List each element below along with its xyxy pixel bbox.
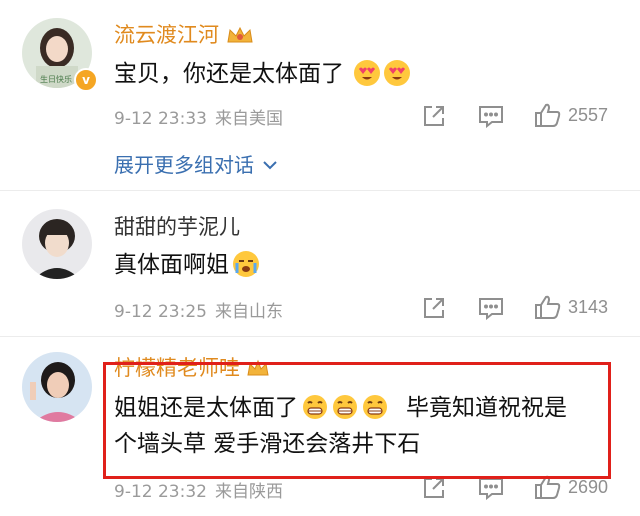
comment-date: 9-12 23:25 [114,302,207,322]
comment-button[interactable] [478,476,504,500]
comment-meta: 9-12 23:32 来自陕西 [114,477,283,502]
highlight-box [103,362,611,479]
divider [0,336,640,337]
share-icon [424,106,444,126]
comment-icon [479,106,503,128]
comment-button[interactable] [478,104,504,128]
chevron-down-icon [263,161,278,170]
comment-text: 宝贝，你还是太体面了 [114,57,410,91]
vip-crown-icon [225,25,255,51]
heart-eyes-emoji [384,60,410,86]
comment-location: 来自陕西 [214,482,283,502]
avatar[interactable] [22,209,92,279]
comment-location: 来自美国 [214,109,283,129]
like-button[interactable]: 2557 [534,102,608,128]
comment-location: 来自山东 [214,302,283,322]
username[interactable]: 甜甜的芋泥儿 [114,214,240,240]
like-button[interactable]: 3143 [534,294,608,320]
comment-meta: 9-12 23:33 来自美国 [114,104,283,129]
comment-meta: 9-12 23:25 来自山东 [114,297,283,322]
comment-icon [479,298,503,320]
verified-badge-icon: v [74,68,98,92]
expand-replies-link[interactable]: 展开更多组对话 [114,149,278,178]
share-button[interactable] [422,476,446,500]
avatar[interactable] [22,352,92,422]
crying-emoji [233,251,259,277]
share-icon [424,478,444,498]
username[interactable]: 流云渡江河 [114,22,255,51]
like-count: 2690 [568,476,609,497]
share-button[interactable] [422,296,446,320]
like-count: 2557 [568,104,609,125]
comment-icon [479,478,503,500]
share-icon [424,298,444,318]
like-icon [535,295,561,319]
like-count: 3143 [568,296,609,317]
heart-eyes-emoji [354,60,380,86]
like-icon [535,103,561,127]
comment-date: 9-12 23:33 [114,109,207,129]
share-button[interactable] [422,104,446,128]
comment-date: 9-12 23:32 [114,482,207,502]
avatar-caption: 生日快乐 [40,74,72,84]
comment-text: 真体面啊姐 [114,248,259,282]
divider [0,190,640,191]
comment-button[interactable] [478,296,504,320]
